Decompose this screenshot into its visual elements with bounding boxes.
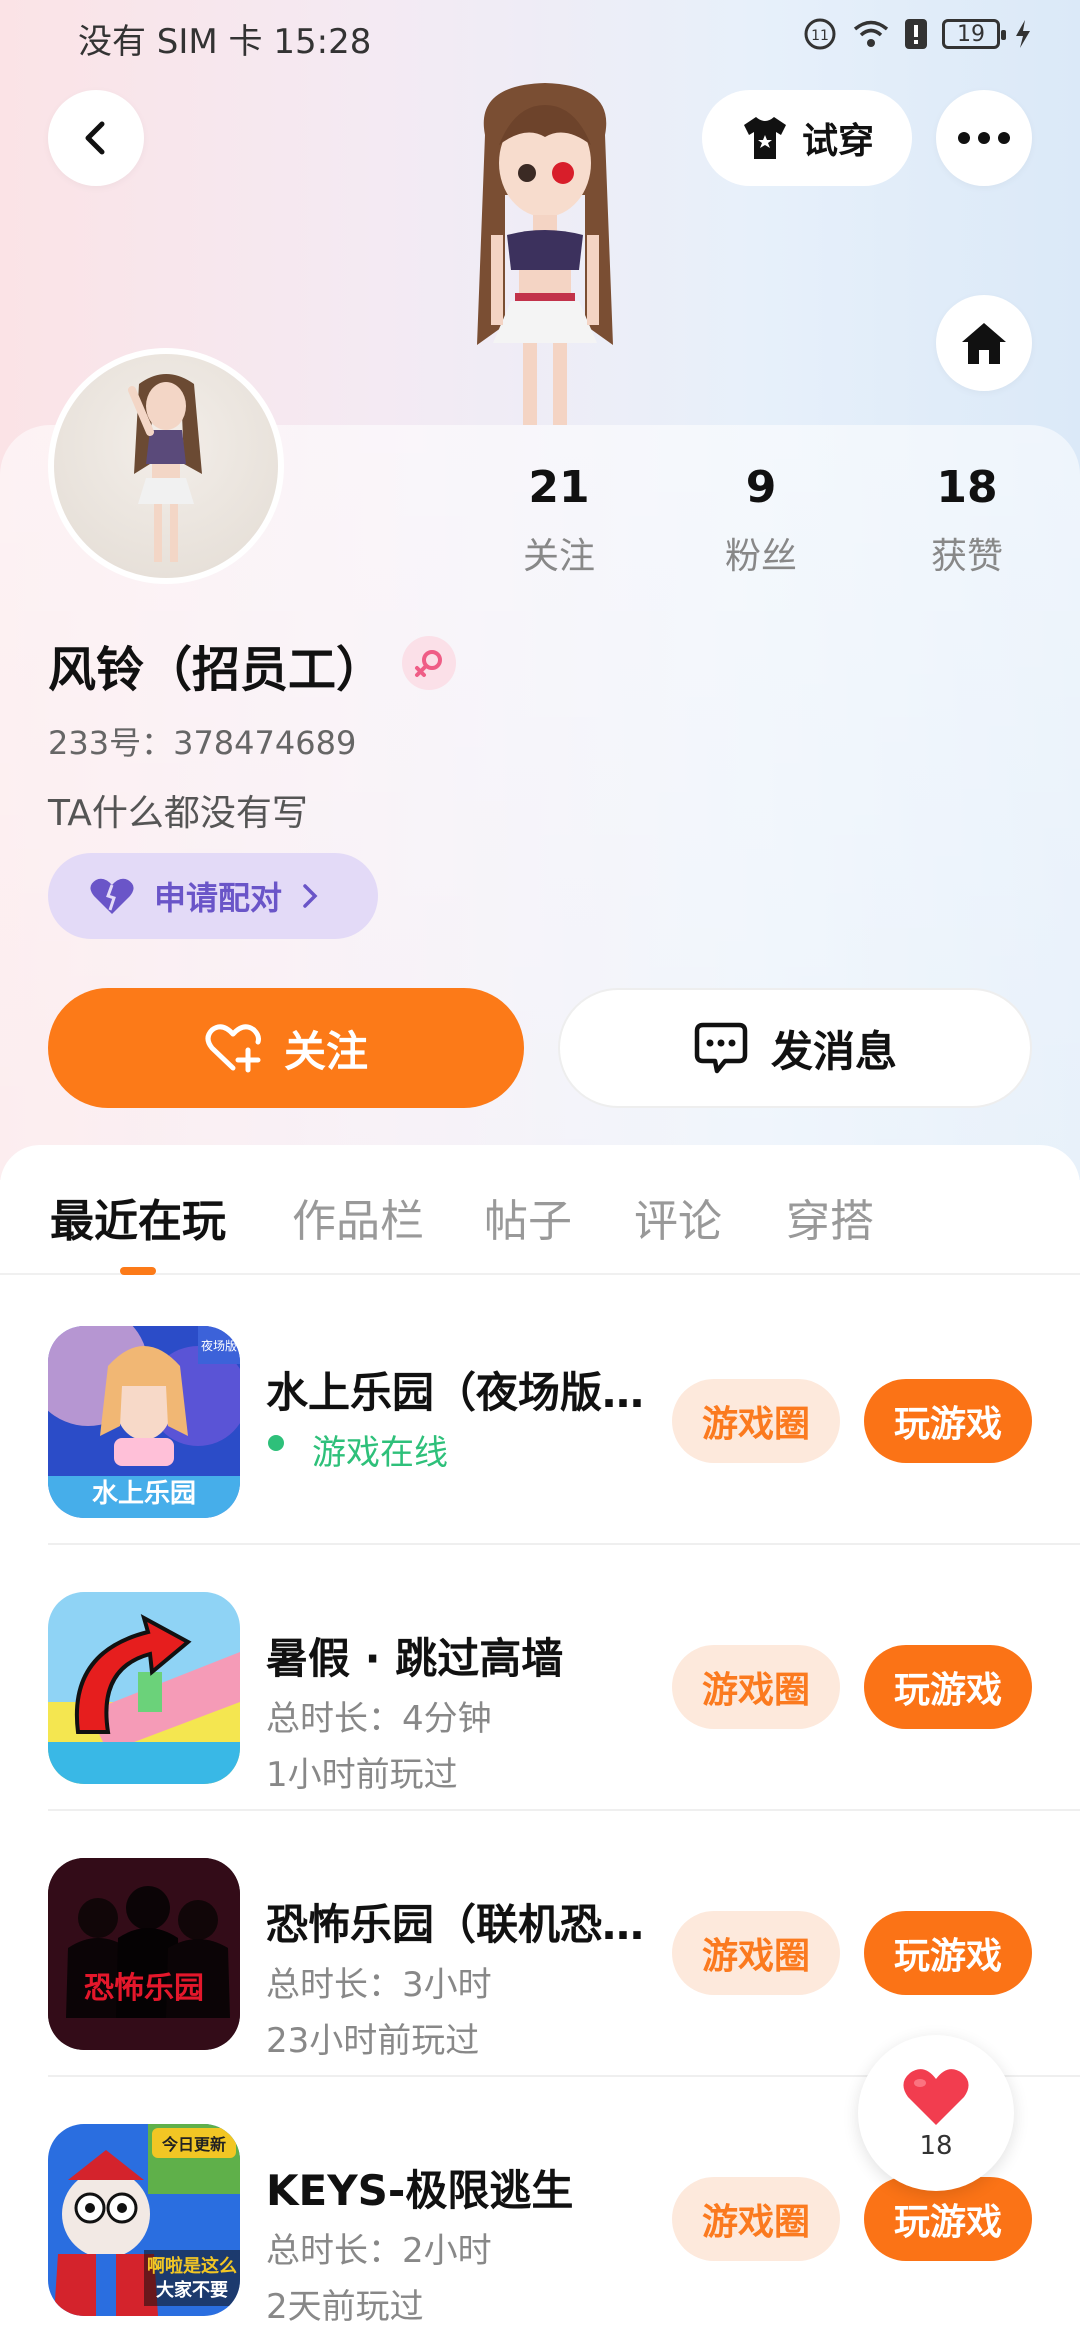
game-icon-waterpark: 水上乐园 夜场版	[48, 1326, 240, 1518]
game-row[interactable]: 水上乐园 夜场版 水上乐园（夜场版… 游戏在线 游戏圈 玩游戏	[48, 1279, 1080, 1545]
tab-works[interactable]: 作品栏	[292, 1185, 424, 1249]
wifi-icon	[853, 20, 889, 47]
svg-text:啊啦是这么: 啊啦是这么	[147, 2255, 237, 2277]
game-title: 水上乐园（夜场版…	[266, 1368, 645, 1417]
tab-comments[interactable]: 评论	[634, 1185, 722, 1249]
game-total-time: 总时长：4分钟	[266, 1699, 492, 1739]
profile-tabs: 最近在玩 作品栏 帖子 评论 穿搭	[0, 1145, 1080, 1275]
stat-fans[interactable]: 9 粉丝	[691, 462, 831, 579]
data-saver-icon: 11	[804, 18, 836, 50]
like-count: 18	[919, 2131, 953, 2161]
try-on-label: 试穿	[801, 121, 874, 162]
likes-label: 获赞	[930, 536, 1003, 577]
try-on-button[interactable]: 试穿	[702, 90, 912, 186]
game-total-time: 总时长：2小时	[266, 2231, 492, 2271]
game-circle-button[interactable]: 游戏圈	[672, 2177, 840, 2261]
avatar-figure-icon	[128, 374, 202, 562]
alert-icon	[905, 19, 927, 49]
request-pair-label: 申请配对	[154, 879, 283, 917]
svg-text:恐怖乐园: 恐怖乐园	[84, 1971, 204, 2006]
game-title: 恐怖乐园（联机恐…	[266, 1900, 645, 1949]
following-count: 21	[528, 462, 590, 513]
svg-text:夜场版: 夜场版	[201, 1338, 237, 1353]
chevron-left-icon	[85, 121, 105, 155]
following-label: 关注	[522, 536, 595, 577]
chevron-right-icon	[303, 884, 318, 908]
tab-outfits[interactable]: 穿搭	[786, 1185, 874, 1249]
game-icon-horror-park: 恐怖乐园	[48, 1858, 240, 2050]
game-row[interactable]: 暑假 · 跳过高墙 总时长：4分钟 1小时前玩过 游戏圈 玩游戏	[48, 1545, 1080, 1811]
avatar-3d-figure[interactable]	[435, 75, 655, 425]
svg-text:大家不要: 大家不要	[156, 2279, 228, 2301]
heart-pair-icon	[90, 878, 134, 914]
follow-button[interactable]: 关注	[48, 988, 524, 1108]
stat-likes[interactable]: 18 获赞	[897, 462, 1037, 579]
game-total-time: 总时长：3小时	[266, 1965, 492, 2005]
game-online-status: 游戏在线	[312, 1433, 448, 1473]
play-game-button[interactable]: 玩游戏	[864, 1645, 1032, 1729]
back-button[interactable]	[48, 90, 144, 186]
gender-female-icon	[402, 636, 456, 690]
fans-count: 9	[745, 462, 777, 513]
game-title: KEYS-极限逃生	[266, 2166, 574, 2215]
online-status-dot	[268, 1435, 284, 1451]
avatar-image	[54, 354, 278, 578]
heart-icon	[903, 2069, 969, 2125]
svg-text:水上乐园: 水上乐园	[92, 1479, 196, 1509]
tshirt-icon	[743, 117, 786, 159]
follow-label: 关注	[283, 1026, 368, 1076]
play-game-button[interactable]: 玩游戏	[864, 1911, 1032, 1995]
game-last-played: 23小时前玩过	[266, 2021, 480, 2061]
svg-text:今日更新: 今日更新	[161, 2135, 226, 2154]
battery-icon: 19	[942, 19, 1006, 49]
status-carrier-time: 没有 SIM 卡 15:28	[78, 22, 372, 62]
home-button[interactable]	[936, 295, 1032, 391]
send-message-button[interactable]: 发消息	[558, 988, 1032, 1108]
user-id: 233号：378474689	[48, 724, 357, 762]
send-message-label: 发消息	[770, 1026, 897, 1076]
more-button[interactable]	[936, 90, 1032, 186]
request-pair-button[interactable]: 申请配对	[48, 853, 378, 939]
fans-label: 粉丝	[724, 536, 797, 577]
status-bar: 没有 SIM 卡 15:28 11 19	[0, 0, 1080, 75]
likes-count: 18	[936, 462, 998, 513]
stat-following[interactable]: 21 关注	[489, 462, 629, 579]
profile-name: 风铃（招员工）	[48, 642, 385, 698]
svg-text:11: 11	[811, 28, 829, 44]
game-circle-button[interactable]: 游戏圈	[672, 1911, 840, 1995]
game-last-played: 1小时前玩过	[266, 1755, 458, 1795]
game-title: 暑假 · 跳过高墙	[266, 1634, 564, 1683]
avatar[interactable]	[48, 348, 284, 584]
tab-indicator	[120, 1267, 156, 1275]
game-circle-button[interactable]: 游戏圈	[672, 1379, 840, 1463]
heart-plus-icon	[205, 1024, 261, 1073]
game-icon-keys-escape: 今日更新 啊啦是这么 大家不要	[48, 2124, 240, 2316]
game-circle-button[interactable]: 游戏圈	[672, 1645, 840, 1729]
game-last-played: 2天前玩过	[266, 2287, 424, 2327]
chat-bubble-icon	[694, 1022, 748, 1074]
game-icon-summer-jump	[48, 1592, 240, 1784]
like-button[interactable]: 18	[858, 2035, 1014, 2191]
tab-recently-played[interactable]: 最近在玩	[50, 1185, 226, 1249]
tab-posts[interactable]: 帖子	[484, 1185, 572, 1249]
bio-text: TA什么都没有写	[48, 793, 308, 834]
more-dots-icon	[958, 132, 1010, 144]
play-game-button[interactable]: 玩游戏	[864, 1379, 1032, 1463]
charging-icon	[1016, 20, 1030, 48]
home-icon	[962, 323, 1006, 364]
status-icons: 11 19	[802, 16, 1032, 52]
